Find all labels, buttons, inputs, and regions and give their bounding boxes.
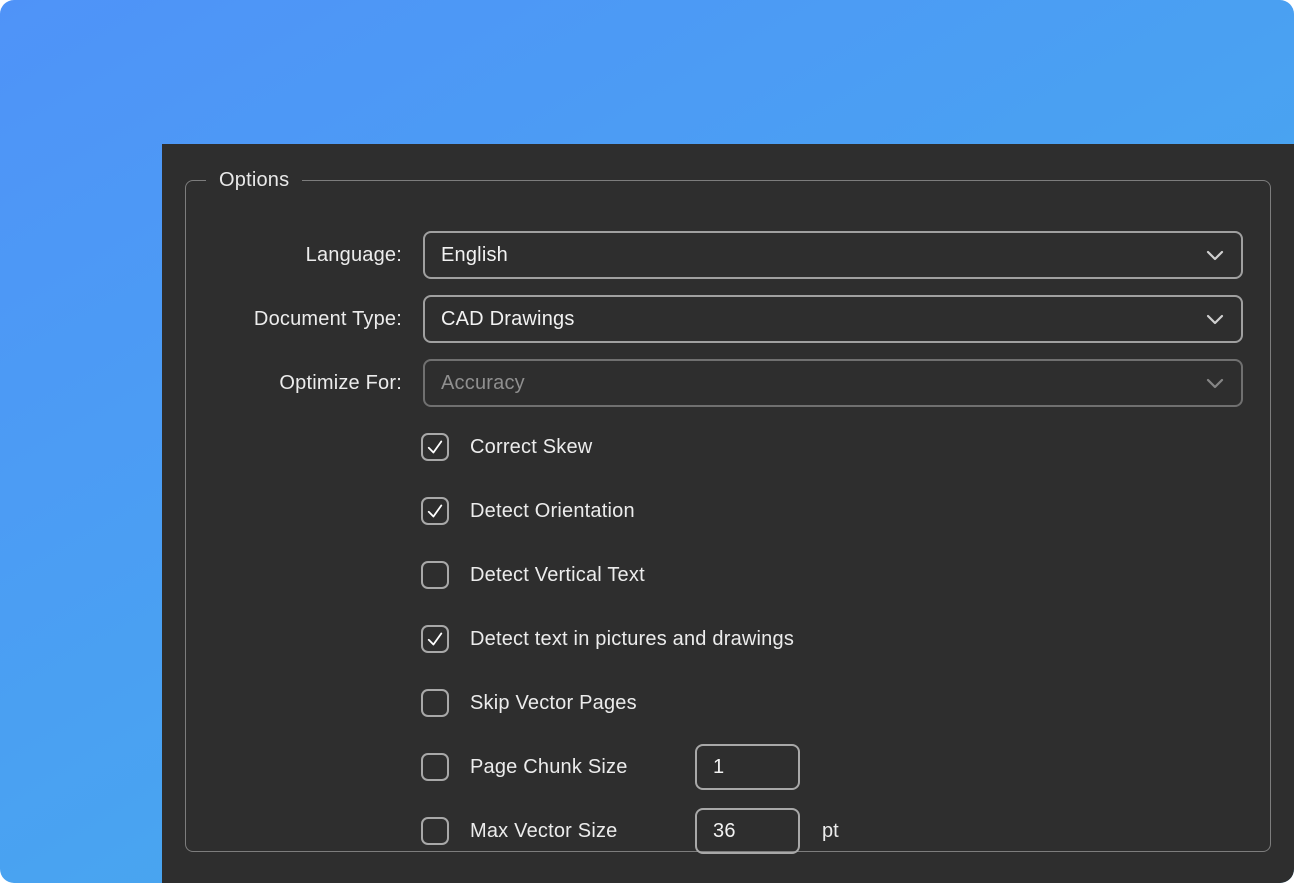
max-vector-size-unit: pt xyxy=(822,817,839,845)
chevron-down-icon xyxy=(1203,243,1227,267)
skip-vector-pages-label: Skip Vector Pages xyxy=(470,692,637,715)
skip-vector-pages-row: Skip Vector Pages xyxy=(421,689,637,717)
check-icon xyxy=(424,628,446,650)
detect-text-in-pictures-label: Detect text in pictures and drawings xyxy=(470,628,794,651)
options-group: Options Language: English Document Type:… xyxy=(185,168,1271,852)
page-chunk-size-label: Page Chunk Size xyxy=(470,756,628,779)
detect-orientation-label: Detect Orientation xyxy=(470,500,635,523)
screen-background: Options Language: English Document Type:… xyxy=(0,0,1294,883)
page-chunk-size-input[interactable] xyxy=(695,744,800,790)
max-vector-size-checkbox[interactable] xyxy=(421,817,449,845)
options-dialog: Options Language: English Document Type:… xyxy=(162,144,1294,883)
skip-vector-pages-checkbox[interactable] xyxy=(421,689,449,717)
detect-orientation-checkbox[interactable] xyxy=(421,497,449,525)
detect-vertical-text-checkbox[interactable] xyxy=(421,561,449,589)
language-label: Language: xyxy=(186,231,402,279)
detect-vertical-text-row: Detect Vertical Text xyxy=(421,561,645,589)
correct-skew-label: Correct Skew xyxy=(470,436,592,459)
document-type-label: Document Type: xyxy=(186,295,402,343)
page-chunk-size-row: Page Chunk Size xyxy=(421,753,628,781)
document-type-select[interactable]: CAD Drawings xyxy=(423,295,1243,343)
max-vector-size-row: Max Vector Size xyxy=(421,817,618,845)
detect-orientation-row: Detect Orientation xyxy=(421,497,635,525)
optimize-for-select: Accuracy xyxy=(423,359,1243,407)
correct-skew-row: Correct Skew xyxy=(421,433,592,461)
check-icon xyxy=(424,500,446,522)
language-select[interactable]: English xyxy=(423,231,1243,279)
document-type-select-value: CAD Drawings xyxy=(425,308,575,331)
detect-text-in-pictures-row: Detect text in pictures and drawings xyxy=(421,625,794,653)
check-icon xyxy=(424,436,446,458)
options-group-title: Options xyxy=(206,168,302,192)
max-vector-size-input[interactable] xyxy=(695,808,800,854)
chevron-down-icon xyxy=(1203,307,1227,331)
max-vector-size-label: Max Vector Size xyxy=(470,820,618,843)
optimize-for-select-value: Accuracy xyxy=(425,372,525,395)
page-chunk-size-checkbox[interactable] xyxy=(421,753,449,781)
detect-text-in-pictures-checkbox[interactable] xyxy=(421,625,449,653)
chevron-down-icon xyxy=(1203,371,1227,395)
optimize-for-label: Optimize For: xyxy=(186,359,402,407)
language-select-value: English xyxy=(425,244,508,267)
correct-skew-checkbox[interactable] xyxy=(421,433,449,461)
detect-vertical-text-label: Detect Vertical Text xyxy=(470,564,645,587)
